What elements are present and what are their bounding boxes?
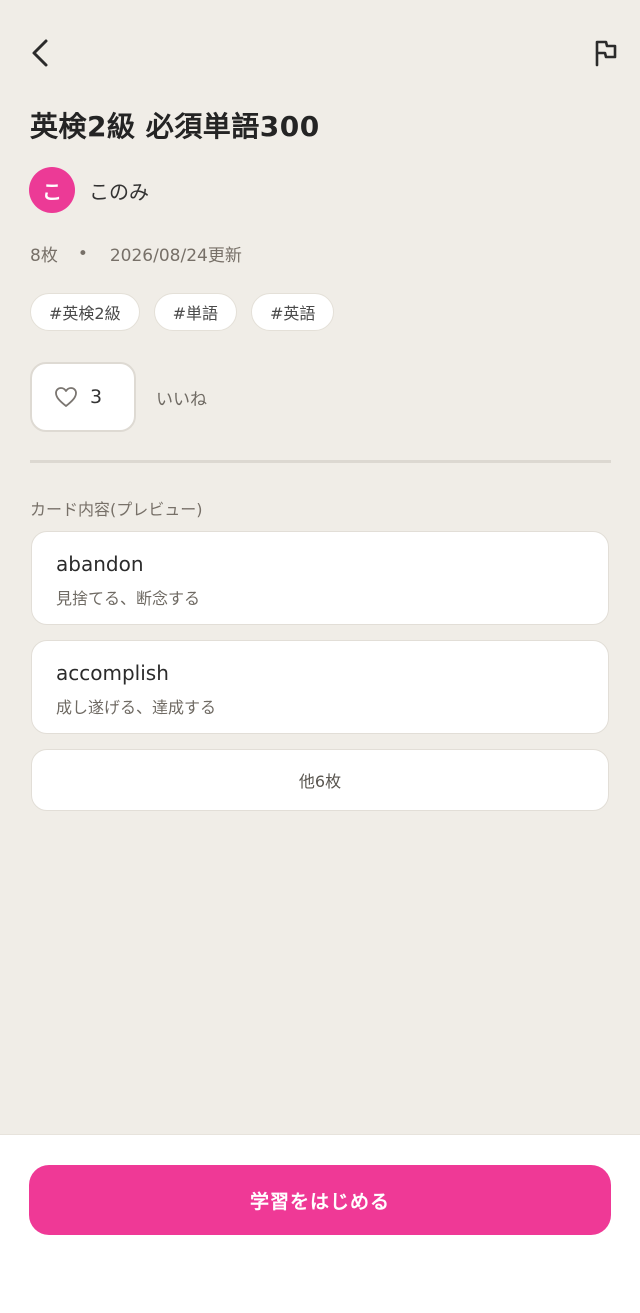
- preview-card[interactable]: abandon 見捨てる、断念する: [31, 531, 609, 625]
- card-back-text: 成し遂げる、達成する: [56, 698, 217, 717]
- meta-separator: •: [77, 243, 88, 264]
- updated-date: 2026/08/24更新: [109, 246, 242, 266]
- back-button[interactable]: [18, 31, 62, 75]
- author-info[interactable]: こ このみ: [29, 167, 149, 213]
- deck-meta: 8枚 • 2026/08/24更新: [30, 241, 242, 267]
- chevron-left-icon: [32, 39, 48, 67]
- more-cards-label: 他6枚: [298, 772, 342, 791]
- divider: [30, 460, 611, 463]
- flag-icon: [595, 40, 617, 67]
- tag-chip[interactable]: #単語: [153, 293, 238, 331]
- tag-chip[interactable]: #英語: [251, 293, 335, 331]
- preview-section-label: カード内容(プレビュー): [30, 500, 203, 519]
- deck-title: 英検2級 必須単語300: [30, 110, 320, 143]
- bottom-action-bar: 学習をはじめる: [0, 1134, 640, 1313]
- heart-outline-icon: [55, 387, 77, 407]
- like-row: 3 いいね: [30, 362, 207, 432]
- report-button[interactable]: [584, 31, 628, 75]
- top-bar: [0, 0, 640, 104]
- card-count: 8枚: [30, 246, 58, 266]
- like-count: 3: [90, 386, 103, 408]
- avatar[interactable]: こ: [29, 167, 75, 213]
- tag-chip[interactable]: #英検2級: [30, 293, 140, 331]
- start-study-button[interactable]: 学習をはじめる: [29, 1165, 611, 1235]
- tag-list: #英検2級 #単語 #英語: [30, 293, 348, 331]
- more-cards-button[interactable]: 他6枚: [31, 749, 609, 811]
- like-button[interactable]: 3: [30, 362, 136, 432]
- like-label: いいね: [156, 389, 207, 410]
- preview-card[interactable]: accomplish 成し遂げる、達成する: [31, 640, 609, 734]
- author-name[interactable]: このみ: [89, 176, 149, 205]
- card-front-text: accomplish: [56, 661, 169, 685]
- card-back-text: 見捨てる、断念する: [56, 589, 201, 608]
- card-front-text: abandon: [56, 552, 144, 576]
